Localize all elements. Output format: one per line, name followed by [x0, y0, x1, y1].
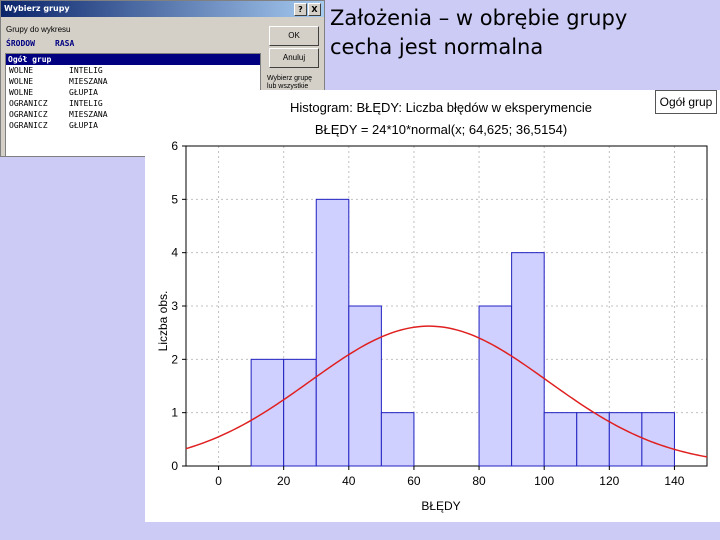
- column-header-environment: ŚRODOW: [6, 39, 35, 48]
- x-tick-label: 20: [277, 474, 291, 488]
- histogram-bar: [380, 412, 415, 467]
- list-item[interactable]: WOLNE INTELIG: [6, 65, 260, 76]
- x-tick-label: 60: [407, 474, 421, 488]
- list-item-breed: MIESZANA: [69, 110, 108, 119]
- y-tick-label: 5: [171, 192, 178, 206]
- histogram-chart: Histogram: BŁĘDY: Liczba błędów w eksper…: [156, 100, 708, 513]
- slide-title-line2: cecha jest normalna: [330, 35, 544, 59]
- help-icon[interactable]: ?: [294, 3, 307, 16]
- list-item-environment: WOLNE: [9, 66, 34, 75]
- x-tick-label: 140: [664, 474, 684, 488]
- x-axis-label: BŁĘDY: [421, 499, 460, 513]
- list-item-all-groups[interactable]: Ogół grup: [6, 54, 260, 65]
- slide-title-line1: Założenia – w obrębie grupy: [330, 6, 628, 30]
- histogram-bar: [543, 412, 578, 467]
- y-tick-label: 3: [171, 299, 178, 313]
- list-item-environment: WOLNE: [9, 88, 34, 97]
- y-tick-label: 4: [171, 246, 178, 260]
- dialog-title-bar: Wybierz grupy ? X: [1, 1, 324, 17]
- histogram-bar: [576, 412, 610, 467]
- histogram-bar: [250, 358, 285, 467]
- chart-panel: Histogram: BŁĘDY: Liczba błędów w eksper…: [145, 90, 720, 522]
- list-item-environment: OGRANICZ: [9, 121, 48, 130]
- list-item-environment: OGRANICZ: [9, 99, 48, 108]
- list-item-environment: WOLNE: [9, 77, 34, 86]
- group-selector-button[interactable]: Ogół grup: [655, 90, 717, 114]
- ok-button[interactable]: OK: [269, 26, 319, 46]
- dialog-title: Wybierz grupy: [4, 4, 70, 13]
- list-item-breed: INTELIG: [69, 99, 103, 108]
- histogram-bar: [283, 358, 317, 467]
- dialog-note: Wybierz grupę lub wszystkie: [267, 75, 313, 90]
- list-item-breed: INTELIG: [69, 66, 103, 75]
- list-item-environment: OGRANICZ: [9, 110, 48, 119]
- list-item-breed: MIESZANA: [69, 77, 108, 86]
- histogram-bar: [348, 305, 382, 467]
- y-tick-label: 2: [171, 352, 178, 366]
- x-tick-label: 40: [342, 474, 356, 488]
- chart-title: Histogram: BŁĘDY: Liczba błędów w eksper…: [290, 100, 592, 115]
- x-tick-label: 80: [472, 474, 486, 488]
- histogram-bar: [315, 198, 350, 467]
- list-item-breed: GŁUPIA: [69, 88, 98, 97]
- chart-subtitle: BŁĘDY = 24*10*normal(x; 64,625; 36,5154): [315, 122, 567, 137]
- list-item[interactable]: WOLNE MIESZANA: [6, 76, 260, 87]
- groups-label: Grupy do wykresu: [6, 25, 71, 34]
- cancel-button[interactable]: Anuluj: [269, 48, 319, 68]
- y-tick-label: 0: [171, 459, 178, 473]
- x-tick-label: 0: [215, 474, 222, 488]
- x-tick-label: 100: [534, 474, 554, 488]
- close-icon[interactable]: X: [308, 3, 321, 16]
- histogram-bar: [608, 412, 643, 467]
- column-header-breed: RASA: [55, 39, 75, 48]
- x-tick-label: 120: [599, 474, 619, 488]
- histogram-bar: [478, 305, 513, 467]
- y-tick-label: 1: [171, 406, 178, 420]
- y-axis-label: Liczba obs.: [156, 291, 170, 352]
- slide-title: Założenia – w obrębie grupy cecha jest n…: [330, 4, 710, 62]
- list-item-breed: GŁUPIA: [69, 121, 98, 130]
- y-tick-label: 6: [171, 139, 178, 153]
